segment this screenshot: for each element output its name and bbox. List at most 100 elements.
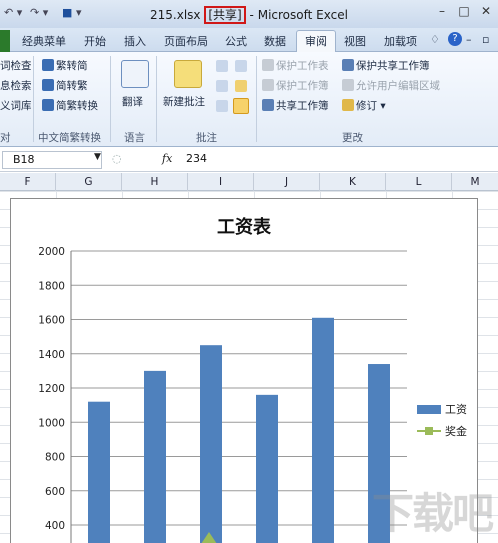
chart-bar[interactable] — [144, 370, 166, 543]
new-comment-icon — [174, 60, 202, 88]
trad-to-simp-label: 繁转简 — [56, 60, 88, 72]
undo-icon[interactable]: ↶ ▾ — [4, 6, 22, 19]
show-comment-icon[interactable] — [235, 80, 247, 92]
column-header-g[interactable]: G — [56, 173, 122, 191]
save-icon[interactable]: ■ — [62, 6, 72, 19]
allow-users-edit-icon — [342, 79, 354, 91]
tab-file[interactable] — [0, 30, 10, 52]
protect-shared-workbook-button[interactable]: 保护共享工作簿 — [342, 58, 430, 73]
show-all-comments-icon[interactable] — [216, 100, 228, 112]
minimize-icon[interactable]: – — [432, 4, 452, 22]
insert-function-icon[interactable]: fx — [162, 152, 172, 165]
changes-group-label: 更改 — [342, 132, 363, 144]
title-app: Microsoft Excel — [257, 8, 348, 22]
previous-comment-icon[interactable] — [235, 60, 247, 72]
tab-page-layout[interactable]: 页面布局 — [164, 33, 208, 49]
chart-bar[interactable] — [88, 401, 110, 543]
tab-insert[interactable]: 插入 — [124, 33, 146, 49]
formula-bar: B18 ▼ ◌ fx 234 — [0, 148, 498, 172]
ribbon-collapse-icon[interactable]: ♢ — [430, 33, 440, 46]
protect-workbook-label: 保护工作簿 — [276, 80, 329, 92]
window-minimize-icon[interactable]: – — [466, 33, 472, 46]
formula-input[interactable]: 234 — [186, 152, 207, 165]
simp-to-trad-button[interactable]: 简转繁 — [42, 78, 88, 93]
legend-swatch-salary — [417, 405, 441, 414]
name-box-value: B18 — [13, 153, 35, 166]
tab-review[interactable]: 审阅 — [305, 33, 327, 49]
redo-icon[interactable]: ↷ ▾ — [30, 6, 48, 19]
close-icon[interactable]: ✕ — [476, 4, 496, 22]
legend-label-salary: 工资 — [445, 403, 467, 416]
formula-cancel-icon[interactable]: ◌ — [112, 152, 122, 165]
tab-classic-menu[interactable]: 经典菜单 — [22, 33, 66, 49]
protect-workbook-icon — [262, 79, 274, 91]
column-header-h[interactable]: H — [122, 173, 188, 191]
share-workbook-icon — [262, 99, 274, 111]
column-header-j[interactable]: J — [254, 173, 320, 191]
group-divider — [33, 56, 34, 142]
share-workbook-button[interactable]: 共享工作簿 — [262, 98, 329, 113]
tab-home[interactable]: 开始 — [84, 33, 106, 49]
maximize-icon[interactable]: □ — [454, 4, 474, 22]
proofing-group-label: 对 — [0, 132, 11, 144]
trad-to-simp-button[interactable]: 繁转简 — [42, 58, 88, 73]
protect-sheet-button[interactable]: 保护工作表 — [262, 58, 329, 73]
column-header-m[interactable]: M — [452, 173, 498, 191]
customize-qat-icon[interactable]: ▾ — [76, 6, 82, 19]
y-tick-label: 1400 — [38, 349, 65, 361]
chinese-group-label: 中文简繁转换 — [38, 132, 101, 144]
watermark-logo: 下载吧 — [372, 480, 494, 541]
watermark-text: 下载吧 — [372, 489, 494, 538]
tab-view[interactable]: 视图 — [344, 33, 366, 49]
chinese-conversion-label: 简繁转换 — [56, 100, 98, 112]
research-button[interactable]: 息检索 — [0, 78, 32, 93]
group-divider — [256, 56, 257, 142]
help-icon[interactable]: ? — [448, 32, 462, 46]
y-tick-label: 1200 — [38, 383, 65, 395]
chart-bar[interactable] — [256, 394, 278, 543]
y-tick-label: 1600 — [38, 315, 65, 327]
ribbon-tabs: 经典菜单 开始 插入 页面布局 公式 数据 审阅 视图 加载项 ♢ ? – ▫ — [0, 28, 498, 53]
language-group-label: 语言 — [124, 132, 145, 144]
chinese-conversion-icon — [42, 99, 54, 111]
column-header-f[interactable]: F — [0, 173, 56, 191]
next-comment-icon[interactable] — [216, 80, 228, 92]
thesaurus-button[interactable]: 义词库 — [0, 98, 32, 113]
delete-comment-icon[interactable] — [216, 60, 228, 72]
allow-users-edit-button[interactable]: 允许用户编辑区域 — [342, 78, 440, 93]
y-tick-label: 2000 — [38, 246, 65, 258]
column-header-i[interactable]: I — [188, 173, 254, 191]
track-changes-label: 修订 — [356, 100, 377, 112]
y-tick-label: 800 — [45, 452, 65, 464]
chinese-conversion-button[interactable]: 简繁转换 — [42, 98, 98, 113]
name-box[interactable]: B18 — [2, 151, 102, 169]
title-bar: ↶ ▾ ↷ ▾ ■ ▾ 215.xlsx [共享] - Microsoft Ex… — [0, 0, 498, 28]
group-divider — [110, 56, 111, 142]
track-changes-button[interactable]: 修订 ▾ — [342, 98, 386, 113]
translate-icon — [121, 60, 149, 88]
new-comment-button[interactable]: 新建批注 — [163, 94, 205, 109]
share-workbook-label: 共享工作簿 — [276, 100, 329, 112]
window-title: 215.xlsx [共享] - Microsoft Excel — [150, 6, 348, 24]
title-filename: 215.xlsx — [150, 8, 201, 22]
simp-to-trad-label: 简转繁 — [56, 80, 88, 92]
column-header-l[interactable]: L — [386, 173, 452, 191]
tab-formulas[interactable]: 公式 — [225, 33, 247, 49]
y-tick-label: 600 — [45, 486, 65, 498]
name-box-dropdown-icon[interactable]: ▼ — [94, 152, 101, 162]
tab-data[interactable]: 数据 — [264, 33, 286, 49]
column-header-k[interactable]: K — [320, 173, 386, 191]
tab-addins[interactable]: 加载项 — [384, 33, 417, 49]
spelling-button[interactable]: 词检查 — [0, 58, 32, 73]
protect-shared-workbook-icon — [342, 59, 354, 71]
window-restore-icon[interactable]: ▫ — [482, 33, 489, 46]
protect-workbook-button[interactable]: 保护工作簿 — [262, 78, 329, 93]
translate-button[interactable]: 翻译 — [122, 94, 143, 109]
chart-bar[interactable] — [200, 345, 222, 543]
allow-users-edit-label: 允许用户编辑区域 — [356, 80, 440, 92]
show-ink-icon[interactable] — [233, 98, 249, 114]
y-tick-label: 400 — [45, 520, 65, 532]
simp-to-trad-icon — [42, 79, 54, 91]
y-tick-label: 1000 — [38, 417, 65, 429]
chart-bar[interactable] — [312, 317, 334, 543]
